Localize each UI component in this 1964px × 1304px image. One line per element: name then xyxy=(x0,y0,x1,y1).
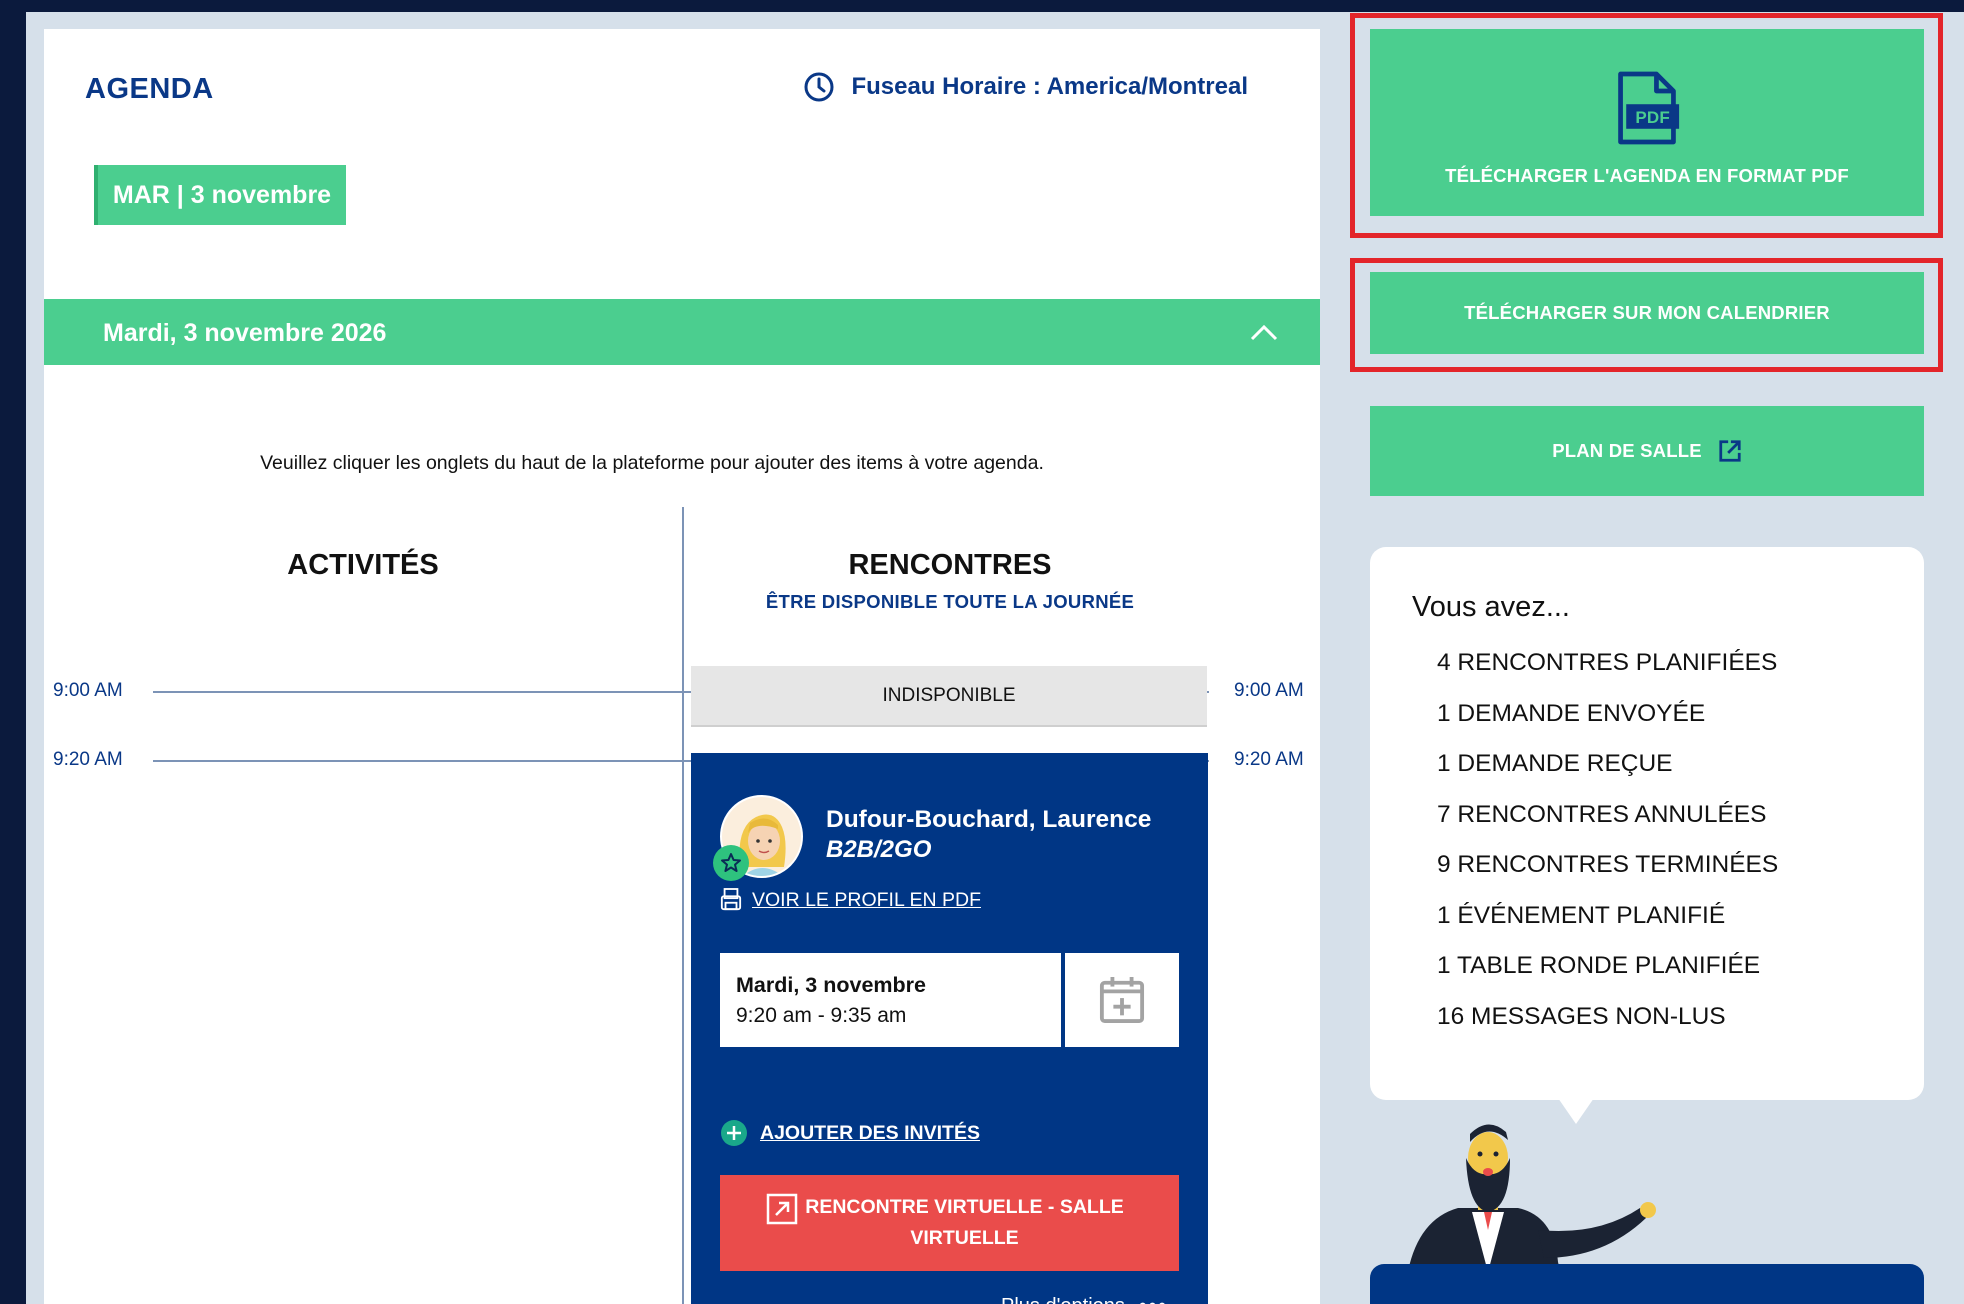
virtual-meeting-label: RENCONTRE VIRTUELLE - SALLE VIRTUELLE xyxy=(805,1196,1124,1249)
summary-heading: Vous avez... xyxy=(1412,591,1570,623)
summary-item-planned-meetings[interactable]: 4 RENCONTRES PLANIFIÉES xyxy=(1437,649,1778,700)
summary-item-planned-events[interactable]: 1 ÉVÉNEMENT PLANIFIÉ xyxy=(1437,902,1778,953)
chevron-up-icon[interactable] xyxy=(1248,317,1280,349)
contact-organization: B2B/2GO xyxy=(826,836,932,863)
add-to-calendar-button[interactable] xyxy=(1065,953,1179,1047)
timezone-label: Fuseau Horaire : America/Montreal xyxy=(851,73,1248,100)
page-title: AGENDA xyxy=(85,73,214,105)
add-guests-label: AJOUTER DES INVITÉS xyxy=(760,1121,980,1144)
pdf-file-icon: PDF xyxy=(1618,71,1680,144)
pdf-icon-text: PDF xyxy=(1635,108,1670,127)
printer-icon xyxy=(720,888,742,911)
download-pdf-label: TÉLÉCHARGER L'AGENDA EN FORMAT PDF xyxy=(1445,164,1849,186)
meeting-date: Mardi, 3 novembre xyxy=(736,973,926,997)
floor-plan-label: PLAN DE SALLE xyxy=(1552,440,1702,461)
meetings-heading: RENCONTRES xyxy=(848,549,1052,581)
activities-heading: ACTIVITÉS xyxy=(287,549,439,581)
day-header-label: Mardi, 3 novembre 2026 xyxy=(103,319,387,347)
summary-item-cancelled-meetings[interactable]: 7 RENCONTRES ANNULÉES xyxy=(1437,801,1778,852)
summary-item-sent-requests[interactable]: 1 DEMANDE ENVOYÉE xyxy=(1437,700,1778,751)
download-calendar-label: TÉLÉCHARGER SUR MON CALENDRIER xyxy=(1464,302,1830,323)
time-label-right-2: 9:20 AM xyxy=(1234,749,1304,770)
day-header-bar[interactable]: Mardi, 3 novembre 2026 xyxy=(44,299,1320,365)
instruction-text: Veuillez cliquer les onglets du haut de … xyxy=(260,452,1044,474)
summary-item-unread-messages[interactable]: 16 MESSAGES NON-LUS xyxy=(1437,1003,1778,1054)
view-profile-pdf-label: VOIR LE PROFIL EN PDF xyxy=(752,888,981,911)
view-profile-pdf-link[interactable]: VOIR LE PROFIL EN PDF xyxy=(720,887,981,913)
unavailable-slot[interactable]: INDISPONIBLE xyxy=(691,666,1207,727)
clock-icon xyxy=(804,72,834,102)
meeting-card: Dufour-Bouchard, Laurence B2B/2GO VOIR L… xyxy=(691,753,1208,1304)
summary-item-round-tables[interactable]: 1 TABLE RONDE PLANIFIÉE xyxy=(1437,952,1778,1003)
available-all-day-link[interactable]: ÊTRE DISPONIBLE TOUTE LA JOURNÉE xyxy=(684,591,1216,613)
meeting-time-slot: Mardi, 3 novembre 9:20 am - 9:35 am xyxy=(720,953,1061,1047)
summary-panel: Vous avez... 4 RENCONTRES PLANIFIÉES 1 D… xyxy=(1370,547,1924,1100)
summary-item-completed-meetings[interactable]: 9 RENCONTRES TERMINÉES xyxy=(1437,851,1778,902)
favorite-star-icon[interactable] xyxy=(713,845,749,881)
download-pdf-button[interactable]: PDF TÉLÉCHARGER L'AGENDA EN FORMAT PDF xyxy=(1370,29,1924,216)
agenda-panel: AGENDA Fuseau Horaire : America/Montreal… xyxy=(44,29,1320,1304)
plus-circle-icon xyxy=(721,1120,747,1146)
more-options-button[interactable]: Plus d'options ••• xyxy=(1001,1293,1168,1304)
download-calendar-button[interactable]: TÉLÉCHARGER SUR MON CALENDRIER xyxy=(1370,272,1924,354)
calendar-plus-icon xyxy=(1099,977,1145,1024)
timezone-indicator: Fuseau Horaire : America/Montreal xyxy=(803,71,1248,103)
external-link-icon xyxy=(1719,440,1741,462)
floor-plan-button[interactable]: PLAN DE SALLE xyxy=(1370,406,1924,496)
add-guests-link[interactable]: AJOUTER DES INVITÉS xyxy=(720,1119,980,1147)
more-options-label: Plus d'options xyxy=(1001,1295,1125,1304)
virtual-meeting-button[interactable]: RENCONTRE VIRTUELLE - SALLE VIRTUELLE xyxy=(720,1175,1179,1271)
summary-item-received-requests[interactable]: 1 DEMANDE REÇUE xyxy=(1437,750,1778,801)
time-label-right-1: 9:00 AM xyxy=(1234,680,1304,701)
podium xyxy=(1370,1264,1924,1304)
column-divider xyxy=(682,507,684,1304)
external-link-icon xyxy=(766,1193,798,1225)
meeting-time-range: 9:20 am - 9:35 am xyxy=(736,1004,907,1027)
time-label-left-2: 9:20 AM xyxy=(53,749,123,770)
time-label-left-1: 9:00 AM xyxy=(53,680,123,701)
contact-name: Dufour-Bouchard, Laurence xyxy=(826,806,1152,833)
ellipsis-icon: ••• xyxy=(1139,1293,1168,1304)
summary-list: 4 RENCONTRES PLANIFIÉES 1 DEMANDE ENVOYÉ… xyxy=(1437,649,1778,1053)
date-tab-tuesday[interactable]: MAR | 3 novembre xyxy=(94,165,346,225)
